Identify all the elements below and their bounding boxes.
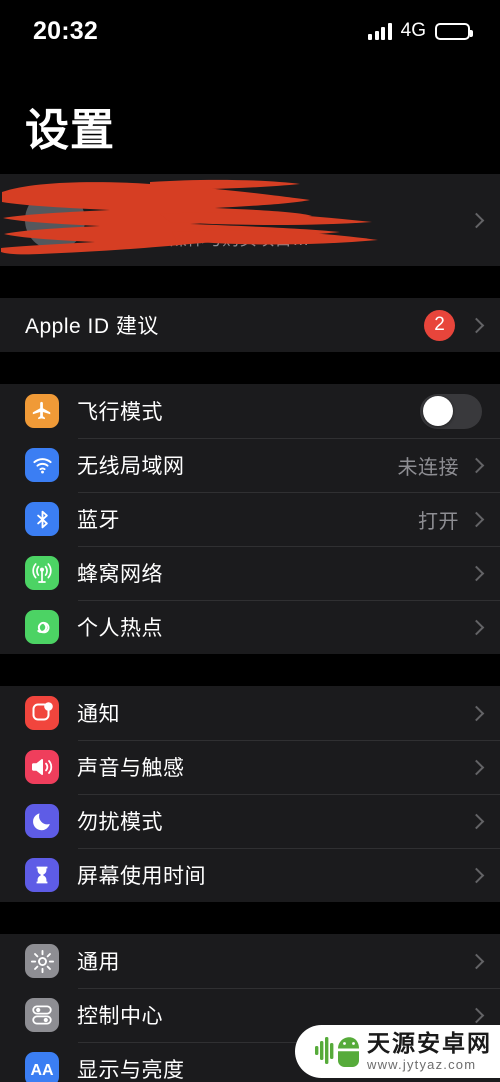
profile-name — [101, 191, 469, 219]
sound-icon — [25, 750, 59, 784]
status-bar-time: 20:32 — [33, 16, 98, 45]
bluetooth-icon — [25, 502, 59, 536]
chevron-right-icon — [468, 705, 485, 721]
settings-groups: Apple ID 建议 2 飞行模式无线局域网 未连接蓝牙 打开蜂窝网络个人热点通知声音… — [0, 266, 500, 1082]
hourglass-icon — [25, 858, 59, 892]
status-bar: 20:32 4G — [0, 0, 500, 62]
settings-group-connectivity: 飞行模式无线局域网 未连接蓝牙 打开蜂窝网络个人热点 — [0, 384, 500, 654]
cellular-icon — [25, 556, 59, 590]
settings-row-label: 声音与触感 — [77, 757, 185, 780]
chevron-right-icon — [468, 457, 485, 473]
display-icon: AA — [25, 1052, 59, 1082]
toggle-knob — [422, 396, 453, 426]
watermark-site-url: www.jytyaz.com — [367, 1057, 477, 1072]
profile-text: iCloud、媒体与购买项目… — [101, 191, 469, 250]
status-badge: 2 — [424, 309, 455, 341]
group-separator — [0, 352, 500, 384]
signal-strength-icon — [368, 22, 392, 40]
avatar — [25, 190, 85, 250]
settings-row-label: 通知 — [77, 703, 120, 726]
settings-screen: 20:32 4G 设置 iCloud、媒体与购买项目… Apple ID 建议 … — [0, 0, 500, 1082]
page-title: 设置 — [25, 106, 115, 155]
settings-row-label: Apple ID 建议 — [25, 315, 159, 338]
group-separator — [0, 266, 500, 298]
settings-row-label: 通用 — [77, 951, 120, 974]
settings-row-label: 无线局域网 — [77, 455, 185, 478]
wifi-icon — [25, 448, 59, 482]
settings-row[interactable]: 通知 — [0, 686, 500, 740]
settings-group-alerts: 通知声音与触感勿扰模式屏幕使用时间 — [0, 686, 500, 902]
settings-row[interactable]: 个人热点 — [0, 600, 500, 654]
group-separator — [0, 902, 500, 934]
settings-row[interactable]: 声音与触感 — [0, 740, 500, 794]
group-separator — [0, 654, 500, 686]
settings-group-apple-id-suggestions: Apple ID 建议 2 — [0, 298, 500, 352]
profile-subtitle: iCloud、媒体与购买项目… — [101, 229, 310, 249]
chevron-right-icon — [468, 317, 485, 333]
airplane-icon — [25, 394, 59, 428]
notifications-icon — [25, 696, 59, 730]
android-logo-icon — [315, 1036, 359, 1067]
watermark-text: 天源安卓网 www.jytyaz.com — [367, 1030, 492, 1072]
gear-icon — [25, 944, 59, 978]
battery-icon — [435, 22, 473, 40]
settings-row[interactable]: 无线局域网 未连接 — [0, 438, 500, 492]
settings-row-label: 屏幕使用时间 — [77, 865, 206, 888]
settings-row-label: 蜂窝网络 — [77, 563, 163, 586]
settings-row[interactable]: 屏幕使用时间 — [0, 848, 500, 902]
watermark-site-name: 天源安卓网 — [367, 1030, 492, 1056]
chevron-right-icon — [468, 1007, 485, 1023]
apple-id-profile-row[interactable]: iCloud、媒体与购买项目… — [0, 174, 500, 266]
settings-row-label: 蓝牙 — [77, 509, 120, 532]
settings-row[interactable]: 通用 — [0, 934, 500, 988]
settings-row-label: 个人热点 — [77, 617, 163, 640]
chevron-right-icon — [468, 813, 485, 829]
chevron-right-icon — [468, 759, 485, 775]
settings-row-value: 未连接 — [397, 456, 459, 479]
chevron-right-icon — [468, 619, 485, 635]
account-group: iCloud、媒体与购买项目… — [0, 174, 500, 266]
moon-icon — [25, 804, 59, 838]
chevron-right-icon — [468, 565, 485, 581]
network-type-label: 4G — [400, 20, 426, 41]
control-center-icon — [25, 998, 59, 1032]
settings-row[interactable]: 飞行模式 — [0, 384, 500, 438]
chevron-right-icon — [468, 212, 485, 228]
chevron-right-icon — [468, 511, 485, 527]
settings-row[interactable]: 蓝牙 打开 — [0, 492, 500, 546]
settings-row[interactable]: Apple ID 建议 2 — [0, 298, 500, 352]
settings-row-value: 打开 — [418, 510, 459, 533]
settings-row-label: 勿扰模式 — [77, 811, 163, 834]
airplane-mode-toggle[interactable] — [420, 393, 482, 429]
settings-row[interactable]: 蜂窝网络 — [0, 546, 500, 600]
status-bar-indicators: 4G — [368, 20, 473, 42]
hotspot-icon — [25, 610, 59, 644]
chevron-right-icon — [468, 953, 485, 969]
settings-row[interactable]: 勿扰模式 — [0, 794, 500, 848]
site-watermark: 天源安卓网 www.jytyaz.com — [295, 1025, 500, 1078]
svg-text:AA: AA — [30, 1062, 54, 1079]
settings-row-label: 飞行模式 — [77, 401, 163, 424]
chevron-right-icon — [468, 867, 485, 883]
